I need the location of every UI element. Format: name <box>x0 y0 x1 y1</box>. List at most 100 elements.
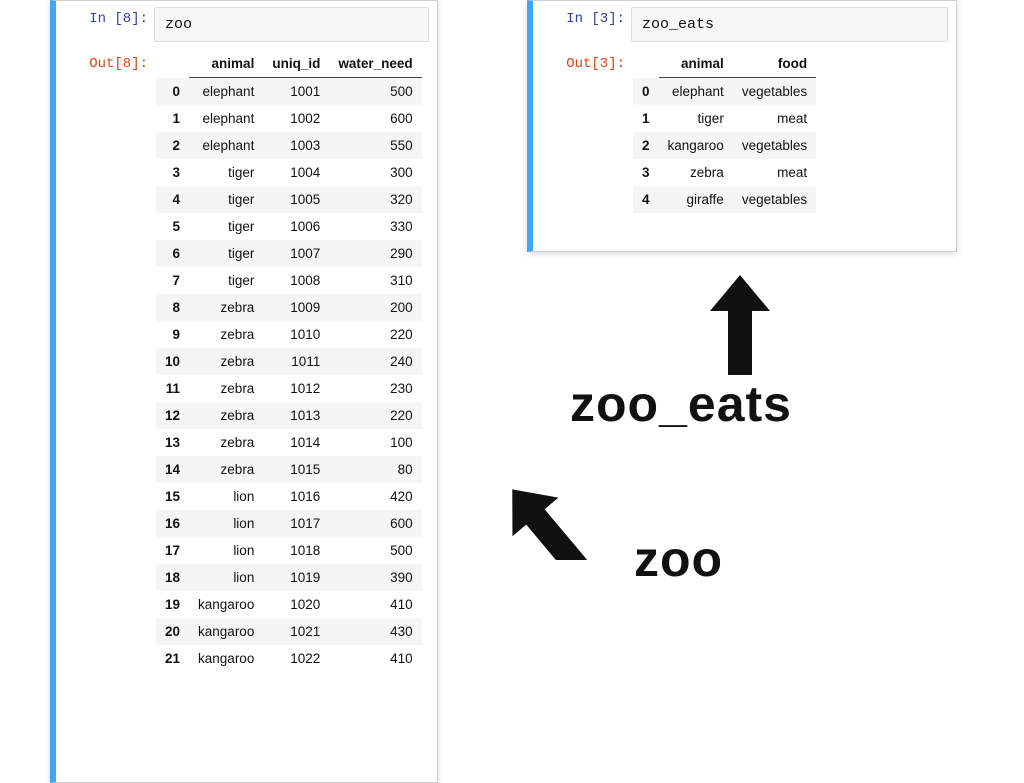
prompt-out: Out[8]: <box>56 46 154 73</box>
cell-animal: lion <box>189 564 263 591</box>
cell-uniq-id: 1019 <box>263 564 329 591</box>
cell-water-need: 290 <box>329 240 421 267</box>
prompt-in: In [8]: <box>56 1 154 28</box>
code-input[interactable]: zoo <box>154 7 429 42</box>
row-index: 2 <box>633 132 659 159</box>
row-index: 0 <box>633 78 659 106</box>
table-row: 20kangaroo1021430 <box>156 618 422 645</box>
col-food: food <box>733 50 816 78</box>
cell-water-need: 200 <box>329 294 421 321</box>
cell-animal: lion <box>189 537 263 564</box>
table-row: 11zebra1012230 <box>156 375 422 402</box>
row-index: 17 <box>156 537 189 564</box>
col-animal: animal <box>659 50 733 78</box>
cell-uniq-id: 1007 <box>263 240 329 267</box>
table-row: 5tiger1006330 <box>156 213 422 240</box>
cell-animal: elephant <box>659 78 733 106</box>
row-index: 1 <box>156 105 189 132</box>
table-row: 0elephant1001500 <box>156 78 422 106</box>
cell-water-need: 230 <box>329 375 421 402</box>
row-index: 13 <box>156 429 189 456</box>
table-row: 1elephant1002600 <box>156 105 422 132</box>
row-index: 21 <box>156 645 189 672</box>
cell-uniq-id: 1008 <box>263 267 329 294</box>
cell-water-need: 600 <box>329 105 421 132</box>
jupyter-cell-zoo-eats[interactable]: In [3]: zoo_eats Out[3]: animal food 0el… <box>527 0 957 252</box>
table-row: 3zebrameat <box>633 159 816 186</box>
row-index: 1 <box>633 105 659 132</box>
table-row: 15lion1016420 <box>156 483 422 510</box>
cell-animal: kangaroo <box>189 591 263 618</box>
row-index: 2 <box>156 132 189 159</box>
cell-food: vegetables <box>733 186 816 213</box>
cell-animal: zebra <box>189 429 263 456</box>
cell-water-need: 240 <box>329 348 421 375</box>
row-index: 3 <box>633 159 659 186</box>
table-row: 16lion1017600 <box>156 510 422 537</box>
cell-uniq-id: 1017 <box>263 510 329 537</box>
cell-animal: tiger <box>189 240 263 267</box>
cell-animal: zebra <box>189 375 263 402</box>
cell-uniq-id: 1014 <box>263 429 329 456</box>
cell-uniq-id: 1010 <box>263 321 329 348</box>
row-index: 20 <box>156 618 189 645</box>
output-area: animal food 0elephantvegetables1tigermea… <box>631 46 956 217</box>
cell-uniq-id: 1011 <box>263 348 329 375</box>
cell-uniq-id: 1015 <box>263 456 329 483</box>
col-uniq-id: uniq_id <box>263 50 329 78</box>
cell-uniq-id: 1001 <box>263 78 329 106</box>
cell-food: meat <box>733 105 816 132</box>
cell-water-need: 320 <box>329 186 421 213</box>
dataframe-zoo-eats: animal food 0elephantvegetables1tigermea… <box>633 50 816 213</box>
cell-water-need: 420 <box>329 483 421 510</box>
cell-animal: tiger <box>189 213 263 240</box>
table-header-row: animal food <box>633 50 816 78</box>
cell-water-need: 600 <box>329 510 421 537</box>
row-index: 4 <box>633 186 659 213</box>
row-index: 14 <box>156 456 189 483</box>
col-water-need: water_need <box>329 50 421 78</box>
code-input[interactable]: zoo_eats <box>631 7 948 42</box>
table-row: 10zebra1011240 <box>156 348 422 375</box>
cell-uniq-id: 1004 <box>263 159 329 186</box>
table-row: 2kangaroovegetables <box>633 132 816 159</box>
row-index: 7 <box>156 267 189 294</box>
cell-uniq-id: 1016 <box>263 483 329 510</box>
jupyter-cell-zoo[interactable]: In [8]: zoo Out[8]: animal uniq_id water… <box>50 0 438 783</box>
table-row: 6tiger1007290 <box>156 240 422 267</box>
row-index: 11 <box>156 375 189 402</box>
table-row: 19kangaroo1020410 <box>156 591 422 618</box>
table-row: 17lion1018500 <box>156 537 422 564</box>
table-row: 18lion1019390 <box>156 564 422 591</box>
table-row: 2elephant1003550 <box>156 132 422 159</box>
arrow-up-icon <box>710 275 770 375</box>
cell-water-need: 410 <box>329 645 421 672</box>
table-row: 1tigermeat <box>633 105 816 132</box>
annotation-zoo-eats: zoo_eats <box>570 375 792 433</box>
row-index: 18 <box>156 564 189 591</box>
cell-food: vegetables <box>733 78 816 106</box>
row-index: 15 <box>156 483 189 510</box>
cell-animal: zebra <box>659 159 733 186</box>
cell-uniq-id: 1013 <box>263 402 329 429</box>
table-row: 12zebra1013220 <box>156 402 422 429</box>
cell-uniq-id: 1021 <box>263 618 329 645</box>
cell-animal: kangaroo <box>659 132 733 159</box>
cell-uniq-id: 1012 <box>263 375 329 402</box>
table-row: 4giraffevegetables <box>633 186 816 213</box>
row-index: 4 <box>156 186 189 213</box>
cell-water-need: 220 <box>329 321 421 348</box>
cell-animal: tiger <box>659 105 733 132</box>
row-index: 19 <box>156 591 189 618</box>
cell-animal: tiger <box>189 159 263 186</box>
cell-animal: lion <box>189 510 263 537</box>
table-row: 21kangaroo1022410 <box>156 645 422 672</box>
cell-water-need: 300 <box>329 159 421 186</box>
cell-uniq-id: 1005 <box>263 186 329 213</box>
cell-water-need: 410 <box>329 591 421 618</box>
dataframe-zoo: animal uniq_id water_need 0elephant10015… <box>156 50 422 672</box>
cell-water-need: 550 <box>329 132 421 159</box>
table-row: 4tiger1005320 <box>156 186 422 213</box>
cell-animal: zebra <box>189 321 263 348</box>
cell-animal: giraffe <box>659 186 733 213</box>
